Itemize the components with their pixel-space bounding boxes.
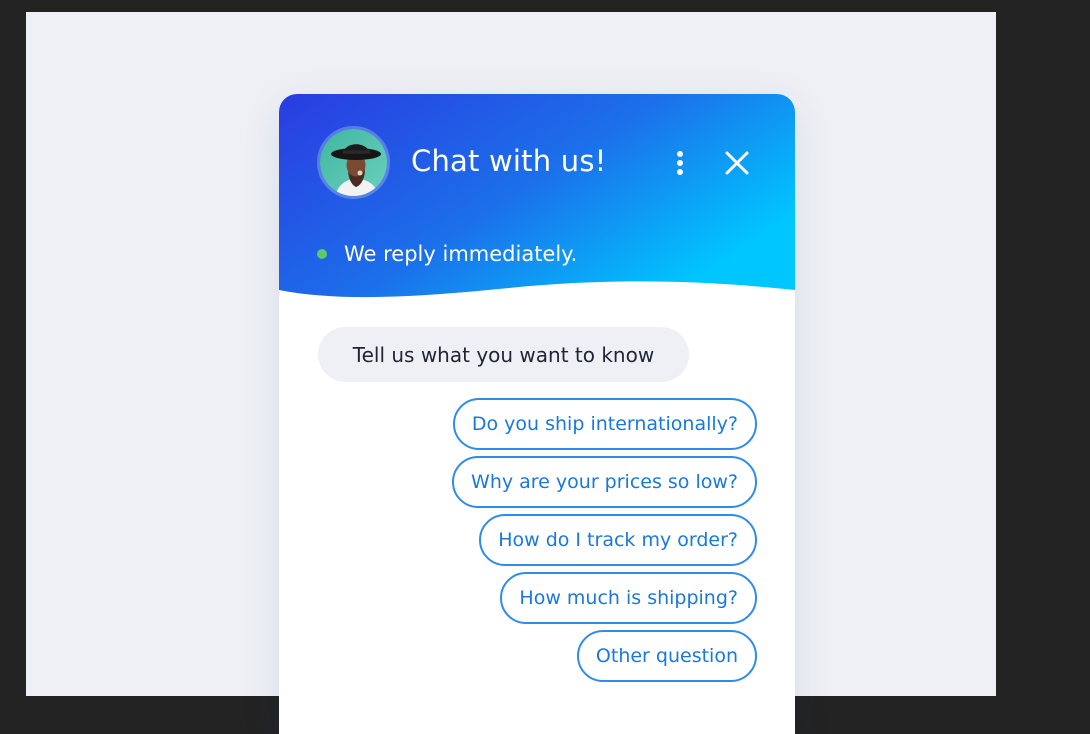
page-background: Chat with us! We reply immediately. Tell… (26, 12, 996, 734)
option-ship-internationally[interactable]: Do you ship internationally? (452, 398, 757, 450)
chat-header: Chat with us! We reply immediately. (279, 94, 795, 306)
agent-avatar (317, 126, 390, 199)
chat-widget: Chat with us! We reply immediately. Tell… (279, 94, 795, 734)
option-prices-low[interactable]: Why are your prices so low? (452, 456, 757, 508)
quick-reply-options: Do you ship internationally? Why are you… (452, 398, 757, 682)
chat-title: Chat with us! (411, 144, 607, 178)
status-text: We reply immediately. (344, 242, 578, 266)
vertical-dots-icon[interactable] (666, 146, 694, 182)
close-icon[interactable] (719, 146, 755, 182)
option-other-question[interactable]: Other question (576, 630, 757, 682)
option-track-order[interactable]: How do I track my order? (479, 514, 757, 566)
bot-message-bubble: Tell us what you want to know (318, 327, 689, 382)
status-line: We reply immediately. (317, 242, 577, 266)
online-status-dot (317, 249, 327, 259)
option-shipping-cost[interactable]: How much is shipping? (500, 572, 757, 624)
